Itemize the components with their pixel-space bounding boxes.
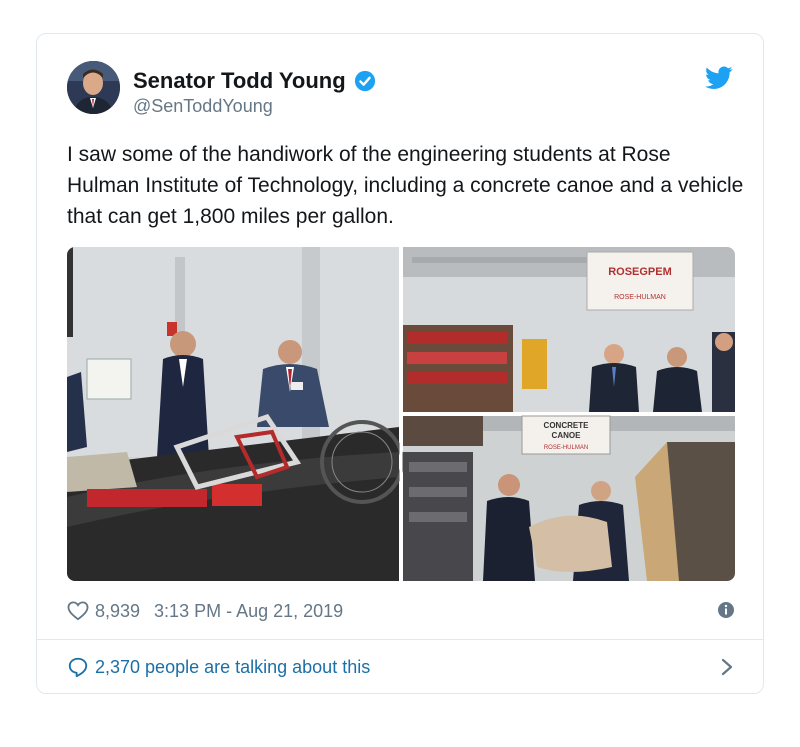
tweet-media-grid[interactable]: ROSEGPEM ROSE-HULMAN CONCRETE CANOE ROSE… <box>67 247 735 581</box>
comment-bubble-icon <box>68 657 88 678</box>
twitter-bird-icon[interactable] <box>705 66 733 90</box>
photo-vehicle[interactable] <box>67 247 404 581</box>
sign-rose-hulman: ROSE-HULMAN <box>544 445 588 451</box>
verified-badge-icon <box>354 70 375 92</box>
banner-rose-hulman: ROSE-HULMAN <box>614 294 666 301</box>
photo-lab[interactable]: ROSEGPEM ROSE-HULMAN <box>403 247 735 412</box>
photo-canoe[interactable]: CONCRETE CANOE ROSE-HULMAN <box>403 415 735 581</box>
talking-count[interactable]: 2,370 people are talking about this <box>95 657 370 678</box>
divider <box>37 639 763 640</box>
author-name-text[interactable]: Senator Todd Young <box>133 68 346 94</box>
sign-concrete: CONCRETE <box>544 421 590 430</box>
tweet-meta: 8,939 3:13 PM - Aug 21, 2019 <box>67 597 735 625</box>
like-count[interactable]: 8,939 <box>95 601 140 622</box>
info-icon[interactable] <box>717 601 735 619</box>
sign-canoe: CANOE <box>552 431 582 440</box>
banner-rose-gpem: ROSEGPEM <box>608 266 672 278</box>
tweet-text: I saw some of the handiwork of the engin… <box>67 143 744 228</box>
heart-icon[interactable] <box>67 601 89 621</box>
conversation-link[interactable]: 2,370 people are talking about this <box>67 652 735 682</box>
tweet-timestamp[interactable]: 3:13 PM - Aug 21, 2019 <box>154 601 343 622</box>
avatar[interactable] <box>67 61 120 114</box>
author-name[interactable]: Senator Todd Young <box>133 68 376 94</box>
author-handle[interactable]: @SenToddYoung <box>133 96 273 117</box>
tweet-card: Senator Todd Young @SenToddYoung I saw s… <box>36 33 764 694</box>
chevron-right-icon[interactable] <box>719 658 735 676</box>
